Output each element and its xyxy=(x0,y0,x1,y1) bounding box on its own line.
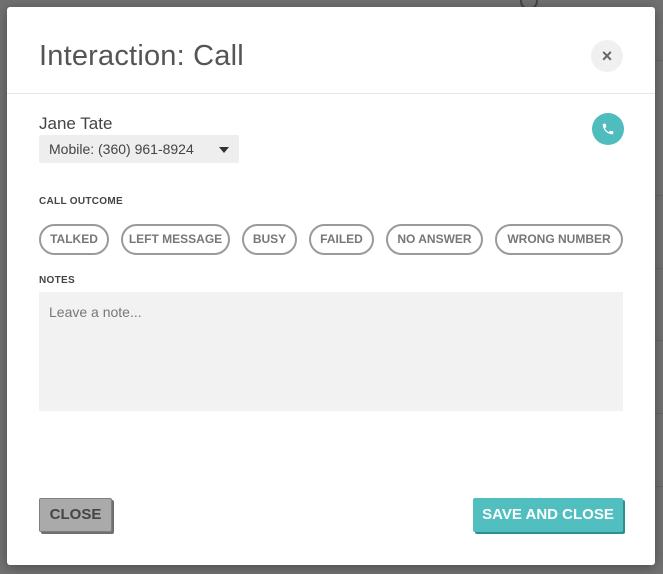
outcome-left-message-button[interactable]: LEFT MESSAGE xyxy=(121,224,230,255)
outcome-talked-button[interactable]: TALKED xyxy=(39,224,109,255)
outcome-busy-button[interactable]: BUSY xyxy=(242,224,297,255)
phone-number-value: Mobile: (360) 961-8924 xyxy=(49,141,194,157)
modal-title: Interaction: Call xyxy=(39,40,244,72)
call-interaction-modal: Interaction: Call × Jane Tate Mobile: (3… xyxy=(7,7,655,565)
caret-down-icon xyxy=(219,147,229,153)
call-outcome-label: CALL OUTCOME xyxy=(39,196,123,207)
contact-name: Jane Tate xyxy=(39,114,113,133)
close-button[interactable]: CLOSE xyxy=(39,498,112,532)
notes-input[interactable]: Leave a note... xyxy=(39,292,623,411)
save-and-close-button[interactable]: SAVE AND CLOSE xyxy=(473,498,623,532)
notes-label: NOTES xyxy=(39,275,75,286)
call-outcome-options: TALKED LEFT MESSAGE BUSY FAILED NO ANSWE… xyxy=(39,224,629,260)
notes-placeholder: Leave a note... xyxy=(49,304,142,320)
close-icon[interactable]: × xyxy=(591,40,623,72)
outcome-no-answer-button[interactable]: NO ANSWER xyxy=(386,224,483,255)
call-button[interactable] xyxy=(592,113,624,145)
modal-header: Interaction: Call × xyxy=(7,7,655,94)
phone-icon xyxy=(602,123,614,135)
outcome-wrong-number-button[interactable]: WRONG NUMBER xyxy=(495,224,623,255)
phone-number-select[interactable]: Mobile: (360) 961-8924 xyxy=(39,135,239,163)
outcome-failed-button[interactable]: FAILED xyxy=(309,224,374,255)
